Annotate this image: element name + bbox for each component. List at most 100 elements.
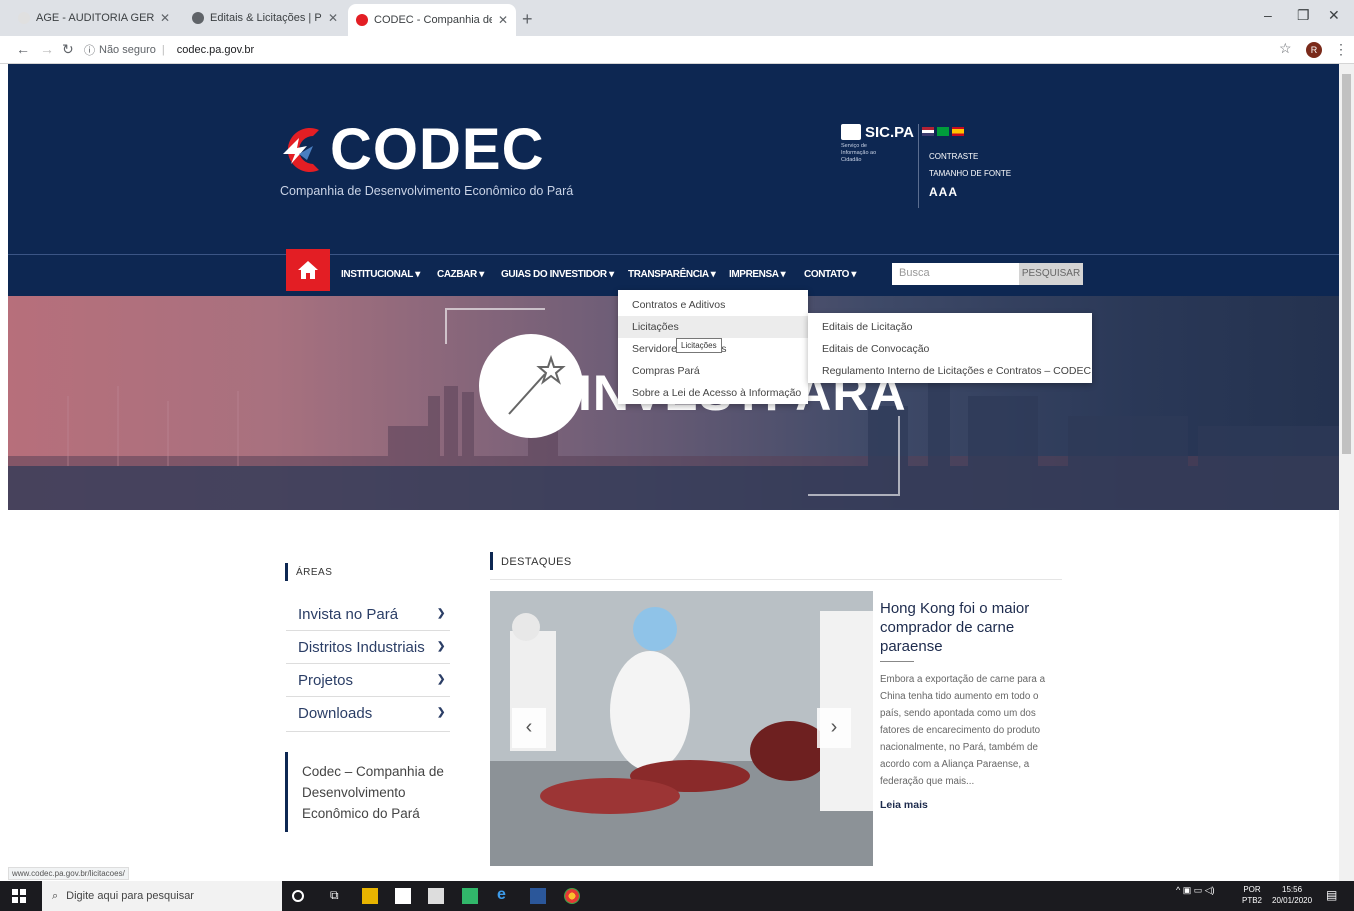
submenu-regulamento[interactable]: Regulamento Interno de Licitações e Cont… xyxy=(822,365,1091,377)
dropdown-item-licitacoes[interactable]: Licitações xyxy=(632,321,679,333)
app-green-icon[interactable] xyxy=(462,888,478,904)
area-invista-no-para[interactable]: Invista no Pará xyxy=(298,606,398,623)
divider xyxy=(286,731,450,732)
codec-favicon-icon xyxy=(356,14,368,26)
nav-contato[interactable]: CONTATO ▾ xyxy=(804,269,856,280)
home-icon xyxy=(298,261,318,279)
logo-subtitle: Companhia de Desenvolvimento Econômico d… xyxy=(280,184,574,198)
sic-title: SIC.PA xyxy=(865,124,914,141)
browser-tab-bar: AGE - AUDITORIA GERAL DO ES ✕ Editais & … xyxy=(0,0,1354,36)
nav-institucional[interactable]: INSTITUCIONAL ▾ xyxy=(341,269,420,280)
keyboard-layout: PTB2 xyxy=(1242,896,1263,905)
areas-marker xyxy=(285,563,288,581)
carousel-next-button[interactable]: › xyxy=(817,708,851,748)
chevron-down-icon[interactable]: ❯ xyxy=(437,707,445,718)
notifications-icon[interactable]: ▤ xyxy=(1326,888,1342,904)
chevron-down-icon[interactable]: ❯ xyxy=(437,674,445,685)
reload-icon[interactable]: ↻ xyxy=(62,41,74,58)
dropdown-item-contratos[interactable]: Contratos e Aditivos xyxy=(632,299,725,311)
nav-cazbar[interactable]: CAZBAR ▾ xyxy=(437,269,484,280)
area-downloads[interactable]: Downloads xyxy=(298,705,372,722)
clock-date: 20/01/2020 xyxy=(1272,896,1313,905)
address-bar: ← → ↻ ⓘ Não seguro | codec.pa.gov.br ☆ R… xyxy=(0,36,1354,64)
clock-time: 15:56 xyxy=(1282,885,1303,894)
chevron-down-icon[interactable]: ❯ xyxy=(437,641,445,652)
carousel-prev-button[interactable]: ‹ xyxy=(512,708,546,748)
font-size-control[interactable]: AAA xyxy=(929,185,958,199)
search-icon: ⌕ xyxy=(52,889,59,902)
url-text[interactable]: codec.pa.gov.br xyxy=(177,44,254,56)
divider xyxy=(490,579,1062,580)
font-size-label: TAMANHO DE FONTE xyxy=(929,169,1012,178)
logo-text[interactable]: CODEC xyxy=(330,116,544,183)
bookmark-star-icon[interactable]: ☆ xyxy=(1279,40,1292,57)
divider xyxy=(880,661,914,662)
store-icon[interactable] xyxy=(395,888,411,904)
sic-pa-link[interactable]: SIC.PA Serviço de Informação ao Cidadão xyxy=(841,124,914,164)
close-tab-icon[interactable]: ✕ xyxy=(154,11,170,25)
nav-imprensa[interactable]: IMPRENSA ▾ xyxy=(729,269,786,280)
search-input[interactable]: Busca xyxy=(892,263,1019,285)
scrollbar-thumb[interactable] xyxy=(1342,74,1351,454)
meat-processing-photo xyxy=(490,591,873,866)
forward-icon[interactable]: → xyxy=(40,41,54,57)
edge-icon[interactable]: e xyxy=(497,886,513,903)
home-button[interactable] xyxy=(286,249,330,291)
divider xyxy=(286,696,450,697)
word-icon[interactable] xyxy=(530,888,546,904)
taskbar-search-input[interactable]: ⌕ Digite aqui para pesquisar xyxy=(42,881,282,911)
codec-logo-icon[interactable] xyxy=(273,124,325,176)
omnibox[interactable]: ⓘ Não seguro | codec.pa.gov.br xyxy=(84,40,254,60)
news-title[interactable]: Hong Kong foi o maior comprador de carne… xyxy=(880,599,1060,656)
destaques-marker xyxy=(490,552,493,570)
contrast-toggle[interactable]: CONTRASTE xyxy=(929,152,978,161)
submenu-editais-convocacao[interactable]: Editais de Convocação xyxy=(822,343,929,355)
status-bar-url: www.codec.pa.gov.br/licitacoes/ xyxy=(8,867,129,880)
news-excerpt: Embora a exportação de carne para a Chin… xyxy=(880,674,1046,787)
minimize-icon[interactable]: – xyxy=(1264,7,1272,23)
language-indicator[interactable]: POR PTB2 xyxy=(1242,884,1262,906)
chrome-icon[interactable] xyxy=(564,888,580,904)
file-explorer-icon[interactable] xyxy=(362,888,378,904)
close-tab-icon[interactable]: ✕ xyxy=(492,13,508,27)
sic-subtitle: Serviço de Informação ao Cidadão xyxy=(841,143,877,163)
taskbar-clock[interactable]: 15:56 20/01/2020 xyxy=(1272,884,1312,906)
windows-start-icon[interactable] xyxy=(12,889,26,903)
browser-tab-codec[interactable]: CODEC - Companhia de Desenv ✕ xyxy=(348,4,516,36)
globe-icon xyxy=(192,12,204,24)
area-distritos-industriais[interactable]: Distritos Industriais xyxy=(298,639,425,656)
star-wand-icon xyxy=(508,354,566,415)
browser-tab-editais[interactable]: Editais & Licitações | Portal da Tr ✕ xyxy=(184,6,346,30)
nav-guias-investidor[interactable]: GUIAS DO INVESTIDOR ▾ xyxy=(501,269,614,280)
dropdown-item-compras[interactable]: Compras Pará xyxy=(632,365,700,377)
divider xyxy=(286,630,450,631)
info-icon[interactable]: ⓘ xyxy=(84,42,95,58)
task-view-icon[interactable]: ⧉ xyxy=(330,888,346,904)
flag-en-icon[interactable] xyxy=(922,127,934,136)
mail-icon[interactable] xyxy=(428,888,444,904)
flag-br-icon[interactable] xyxy=(937,127,949,136)
areas-heading: ÁREAS xyxy=(296,567,333,578)
profile-avatar[interactable]: R xyxy=(1306,42,1322,58)
browser-tab-age[interactable]: AGE - AUDITORIA GERAL DO ES ✕ xyxy=(10,6,178,30)
read-more-link[interactable]: Leia mais xyxy=(880,799,928,811)
close-tab-icon[interactable]: ✕ xyxy=(322,11,338,25)
page-scrollbar[interactable] xyxy=(1339,64,1354,881)
maximize-icon[interactable]: ❐ xyxy=(1297,7,1310,24)
cortana-icon[interactable] xyxy=(292,890,304,902)
divider: | xyxy=(161,44,165,56)
close-window-icon[interactable]: ✕ xyxy=(1328,7,1340,24)
area-projetos[interactable]: Projetos xyxy=(298,672,353,689)
system-tray-icons[interactable]: ^ ▣ ▭ ◁) xyxy=(1176,885,1215,896)
nav-transparencia[interactable]: TRANSPARÊNCIA ▾ xyxy=(628,269,716,280)
search-button[interactable]: PESQUISAR xyxy=(1019,263,1083,285)
menu-kebab-icon[interactable]: ⋮ xyxy=(1334,41,1348,58)
submenu-editais-licitacao[interactable]: Editais de Licitação xyxy=(822,321,912,333)
news-carousel-image[interactable]: ‹ › xyxy=(490,591,873,866)
tab-title: AGE - AUDITORIA GERAL DO ES xyxy=(36,12,154,24)
chevron-down-icon[interactable]: ❯ xyxy=(437,608,445,619)
dropdown-item-lai[interactable]: Sobre a Lei de Acesso à Informação xyxy=(632,387,801,399)
new-tab-button[interactable]: + xyxy=(522,9,533,30)
back-icon[interactable]: ← xyxy=(16,41,30,57)
flag-es-icon[interactable] xyxy=(952,127,964,136)
